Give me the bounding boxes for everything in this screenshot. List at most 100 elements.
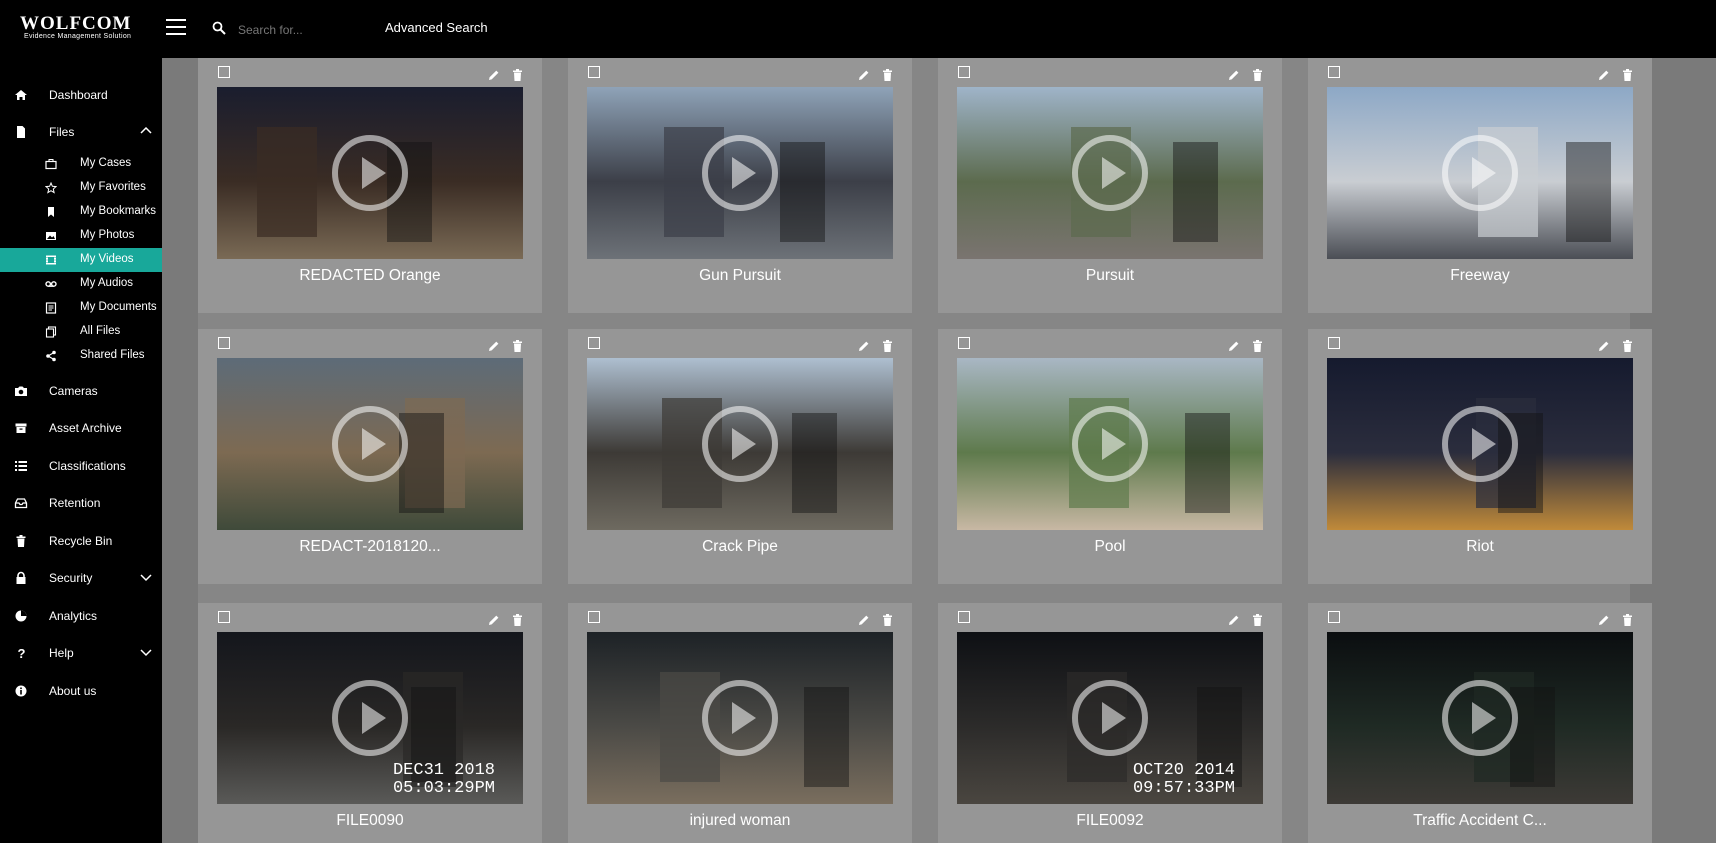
select-checkbox[interactable] [588, 611, 600, 623]
video-card[interactable]: Pool [938, 329, 1282, 584]
edit-pencil-icon[interactable] [858, 614, 870, 626]
select-checkbox[interactable] [958, 611, 970, 623]
video-title[interactable]: Freeway [1308, 267, 1652, 285]
delete-trash-icon[interactable] [882, 340, 893, 352]
sidebar-item-recycle-bin[interactable]: Recycle Bin [0, 526, 162, 556]
edit-pencil-icon[interactable] [858, 69, 870, 81]
delete-trash-icon[interactable] [1622, 340, 1633, 352]
video-title[interactable]: Crack Pipe [568, 538, 912, 556]
play-icon[interactable] [1070, 404, 1150, 484]
video-title[interactable]: REDACTED Orange [198, 267, 542, 285]
video-title[interactable]: REDACT-2018120... [198, 538, 542, 556]
video-title[interactable]: FILE0090 [198, 812, 542, 830]
video-thumbnail[interactable] [1327, 87, 1633, 259]
play-icon[interactable] [1070, 678, 1150, 758]
delete-trash-icon[interactable] [512, 614, 523, 626]
video-title[interactable]: Traffic Accident C... [1308, 812, 1652, 830]
play-icon[interactable] [1070, 133, 1150, 213]
sidebar-item-retention[interactable]: Retention [0, 488, 162, 518]
edit-pencil-icon[interactable] [1598, 69, 1610, 81]
select-checkbox[interactable] [218, 337, 230, 349]
edit-pencil-icon[interactable] [488, 69, 500, 81]
video-card[interactable]: Gun Pursuit [568, 58, 912, 313]
video-thumbnail[interactable] [1327, 358, 1633, 530]
edit-pencil-icon[interactable] [1228, 340, 1240, 352]
brand-logo[interactable]: WOLFCOM Evidence Management Solution [20, 14, 150, 44]
delete-trash-icon[interactable] [1252, 69, 1263, 81]
edit-pencil-icon[interactable] [1598, 340, 1610, 352]
sidebar-item-my-audios[interactable]: My Audios [0, 272, 162, 296]
sidebar-item-my-photos[interactable]: My Photos [0, 224, 162, 248]
sidebar-item-dashboard[interactable]: Dashboard [0, 80, 162, 110]
select-checkbox[interactable] [958, 337, 970, 349]
search-input[interactable] [236, 18, 390, 42]
video-card[interactable]: Freeway [1308, 58, 1652, 313]
edit-pencil-icon[interactable] [1228, 69, 1240, 81]
chevron-down-icon[interactable] [140, 647, 152, 657]
delete-trash-icon[interactable] [882, 614, 893, 626]
sidebar-item-my-videos[interactable]: My Videos [0, 248, 162, 272]
video-thumbnail[interactable] [217, 87, 523, 259]
video-thumbnail[interactable] [1327, 632, 1633, 804]
sidebar-item-my-favorites[interactable]: My Favorites [0, 176, 162, 200]
video-card[interactable]: Crack Pipe [568, 329, 912, 584]
advanced-search-link[interactable]: Advanced Search [385, 20, 488, 35]
video-thumbnail[interactable]: OCT20 2014 09:57:33PM [957, 632, 1263, 804]
select-checkbox[interactable] [218, 66, 230, 78]
video-thumbnail[interactable] [587, 358, 893, 530]
video-thumbnail[interactable] [587, 632, 893, 804]
menu-toggle-icon[interactable] [166, 19, 186, 35]
delete-trash-icon[interactable] [512, 69, 523, 81]
video-card[interactable]: REDACTED Orange [198, 58, 542, 313]
sidebar-item-my-cases[interactable]: My Cases [0, 152, 162, 176]
chevron-up-icon[interactable] [140, 126, 152, 136]
sidebar-item-analytics[interactable]: Analytics [0, 601, 162, 631]
delete-trash-icon[interactable] [512, 340, 523, 352]
delete-trash-icon[interactable] [1252, 340, 1263, 352]
video-title[interactable]: FILE0092 [938, 812, 1282, 830]
select-checkbox[interactable] [1328, 337, 1340, 349]
sidebar-item-shared-files[interactable]: Shared Files [0, 344, 162, 368]
sidebar-item-cameras[interactable]: Cameras [0, 376, 162, 406]
play-icon[interactable] [330, 133, 410, 213]
play-icon[interactable] [700, 404, 780, 484]
delete-trash-icon[interactable] [1622, 614, 1633, 626]
video-title[interactable]: injured woman [568, 812, 912, 830]
delete-trash-icon[interactable] [1252, 614, 1263, 626]
edit-pencil-icon[interactable] [1228, 614, 1240, 626]
play-icon[interactable] [330, 404, 410, 484]
video-title[interactable]: Pursuit [938, 267, 1282, 285]
video-card[interactable]: OCT20 2014 09:57:33PM FILE0092 [938, 603, 1282, 843]
sidebar-item-my-bookmarks[interactable]: My Bookmarks [0, 200, 162, 224]
main-content[interactable]: REDACTED Orange Gun Pursuit Pursuit Freeway… [162, 58, 1716, 843]
video-thumbnail[interactable]: DEC31 2018 05:03:29PM [217, 632, 523, 804]
video-card[interactable]: REDACT-2018120... [198, 329, 542, 584]
video-card[interactable]: DEC31 2018 05:03:29PM FILE0090 [198, 603, 542, 843]
video-card[interactable]: injured woman [568, 603, 912, 843]
video-card[interactable]: Riot [1308, 329, 1652, 584]
video-title[interactable]: Gun Pursuit [568, 267, 912, 285]
edit-pencil-icon[interactable] [488, 340, 500, 352]
play-icon[interactable] [1440, 133, 1520, 213]
edit-pencil-icon[interactable] [858, 340, 870, 352]
sidebar-item-my-documents[interactable]: My Documents [0, 296, 162, 320]
sidebar-item-classifications[interactable]: Classifications [0, 451, 162, 481]
edit-pencil-icon[interactable] [488, 614, 500, 626]
video-title[interactable]: Riot [1308, 538, 1652, 556]
video-card[interactable]: Pursuit [938, 58, 1282, 313]
play-icon[interactable] [700, 678, 780, 758]
select-checkbox[interactable] [218, 611, 230, 623]
play-icon[interactable] [1440, 678, 1520, 758]
select-checkbox[interactable] [958, 66, 970, 78]
edit-pencil-icon[interactable] [1598, 614, 1610, 626]
select-checkbox[interactable] [1328, 66, 1340, 78]
play-icon[interactable] [700, 133, 780, 213]
play-icon[interactable] [1440, 404, 1520, 484]
sidebar-item-security[interactable]: Security [0, 563, 162, 593]
chevron-down-icon[interactable] [140, 572, 152, 582]
video-thumbnail[interactable] [957, 358, 1263, 530]
delete-trash-icon[interactable] [882, 69, 893, 81]
select-checkbox[interactable] [588, 337, 600, 349]
video-title[interactable]: Pool [938, 538, 1282, 556]
select-checkbox[interactable] [1328, 611, 1340, 623]
